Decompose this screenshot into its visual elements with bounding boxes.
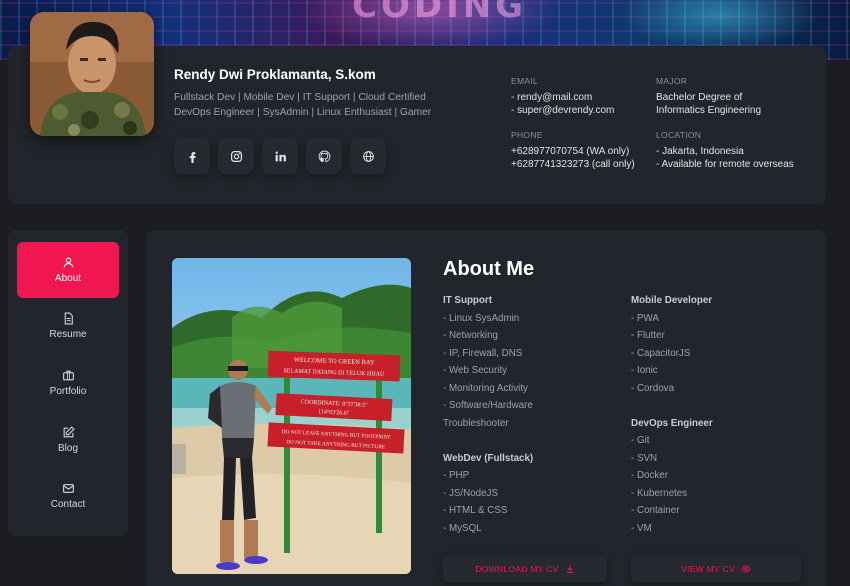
nav-item-blog[interactable]: Blog bbox=[17, 412, 119, 468]
mobile-column: Mobile Developer - PWA - Flutter - Capac… bbox=[631, 292, 713, 537]
about-section: WELCOME TO GREEN BAY SELAMAT DATANG DI T… bbox=[146, 230, 826, 586]
email-info: EMAIL - rendy@mail.com - super@devrendy.… bbox=[511, 75, 614, 118]
roles-line-2: DevOps Engineer | SysAdmin | Linux Enthu… bbox=[174, 107, 432, 118]
github-icon bbox=[318, 150, 330, 162]
website-link[interactable] bbox=[350, 138, 386, 174]
roles-line-1: Fullstack Dev | Mobile Dev | IT Support … bbox=[174, 92, 426, 103]
skill-item: - PWA bbox=[631, 312, 659, 324]
avatar bbox=[30, 12, 154, 136]
skill-item: - Linux SysAdmin bbox=[443, 312, 520, 324]
skill-item: - Ionic bbox=[631, 365, 658, 376]
devops-heading: DevOps Engineer bbox=[631, 417, 713, 429]
nav-item-resume[interactable]: Resume bbox=[17, 298, 119, 354]
phone-label: PHONE bbox=[511, 130, 543, 140]
globe-icon bbox=[362, 150, 374, 162]
skill-item: - Container bbox=[631, 505, 680, 516]
mobile-heading: Mobile Developer bbox=[631, 295, 713, 306]
skill-item: - Docker bbox=[631, 470, 669, 481]
download-cv-label: DOWNLOAD MY CV bbox=[475, 564, 559, 574]
skill-item: - HTML & CSS bbox=[443, 505, 508, 516]
email-value-2[interactable]: - super@devrendy.com bbox=[511, 104, 614, 118]
nav-label-resume: Resume bbox=[49, 329, 87, 340]
view-cv-label: VIEW MY CV bbox=[681, 564, 735, 574]
banner-text: CODING bbox=[352, 0, 528, 26]
facebook-link[interactable] bbox=[174, 138, 210, 174]
nav-label-portfolio: Portfolio bbox=[49, 386, 87, 397]
major-label: MAJOR bbox=[656, 76, 688, 86]
skill-item: - VM bbox=[631, 522, 652, 534]
profile-name: Rendy Dwi Proklamanta, S.kom bbox=[174, 67, 376, 82]
nav-label-about: About bbox=[54, 273, 82, 284]
linkedin-icon bbox=[275, 151, 286, 161]
location-value-1: - Jakarta, Indonesia bbox=[656, 145, 744, 157]
it-support-column: IT Support - Linux SysAdmin - Networking… bbox=[443, 292, 533, 537]
edit-icon bbox=[63, 426, 75, 438]
skill-item: - CapacitorJS bbox=[631, 347, 691, 359]
nav-label-blog: Blog bbox=[57, 443, 78, 454]
skill-item: - Monitoring Activity bbox=[443, 382, 528, 394]
major-info: MAJOR Bachelor Degree of Informatics Eng… bbox=[656, 75, 761, 118]
skill-item: - Cordova bbox=[631, 382, 675, 394]
skill-item: - MySQL bbox=[443, 522, 482, 534]
nav-item-portfolio[interactable]: Portfolio bbox=[17, 355, 119, 411]
about-title: About Me bbox=[443, 258, 535, 280]
nav-label-contact: Contact bbox=[50, 499, 86, 510]
mail-icon bbox=[62, 484, 74, 493]
skill-item: - JS/NodeJS bbox=[443, 487, 498, 499]
nav-item-about[interactable]: About bbox=[17, 242, 119, 298]
it-support-heading: IT Support bbox=[443, 295, 492, 306]
skill-item: - Kubernetes bbox=[631, 487, 688, 499]
social-links bbox=[174, 138, 386, 174]
skill-item: - SVN bbox=[631, 452, 658, 464]
eye-icon bbox=[741, 565, 751, 573]
document-icon bbox=[64, 312, 73, 325]
major-value-1: Bachelor Degree of bbox=[656, 91, 743, 103]
briefcase-icon bbox=[62, 370, 74, 381]
linkedin-link[interactable] bbox=[262, 138, 298, 174]
skill-item: - Web Security bbox=[443, 365, 508, 376]
location-info: LOCATION - Jakarta, Indonesia - Availabl… bbox=[656, 129, 794, 172]
location-label: LOCATION bbox=[656, 130, 702, 140]
phone-info: PHONE +628977070754 (WA only) +628774132… bbox=[511, 129, 635, 172]
skill-item: - Flutter bbox=[631, 330, 665, 341]
nav-item-contact[interactable]: Contact bbox=[17, 468, 119, 524]
skill-item: - Networking bbox=[443, 330, 498, 341]
sidebar-nav: About Resume Portfolio Blog Contact bbox=[8, 230, 128, 536]
download-icon bbox=[566, 565, 574, 573]
skill-item: - IP, Firewall, DNS bbox=[443, 347, 523, 359]
skill-item: - PHP bbox=[443, 470, 470, 481]
phone-value-1[interactable]: +628977070754 (WA only) bbox=[511, 145, 635, 159]
facebook-icon bbox=[189, 151, 196, 163]
skill-item: - Software/Hardware bbox=[443, 400, 533, 411]
email-label: EMAIL bbox=[511, 76, 539, 86]
profile-roles: Fullstack Dev | Mobile Dev | IT Support … bbox=[174, 90, 474, 120]
phone-value-2[interactable]: +6287741323273 (call only) bbox=[511, 158, 635, 172]
skill-item: Troubleshooter bbox=[443, 417, 509, 429]
major-value-2: Informatics Engineering bbox=[656, 105, 762, 116]
github-link[interactable] bbox=[306, 138, 342, 174]
profile-photo: WELCOME TO GREEN BAY SELAMAT DATANG DI T… bbox=[172, 258, 411, 574]
email-value-1[interactable]: - rendy@mail.com bbox=[511, 91, 614, 105]
location-value-2: - Available for remote overseas bbox=[656, 159, 794, 170]
instagram-link[interactable] bbox=[218, 138, 254, 174]
skill-item: - Git bbox=[631, 435, 650, 446]
view-cv-button[interactable]: VIEW MY CV bbox=[631, 556, 801, 582]
user-icon bbox=[63, 257, 73, 268]
download-cv-button[interactable]: DOWNLOAD MY CV bbox=[443, 556, 607, 582]
webdev-heading: WebDev (Fullstack) bbox=[443, 452, 534, 464]
instagram-icon bbox=[230, 150, 242, 162]
